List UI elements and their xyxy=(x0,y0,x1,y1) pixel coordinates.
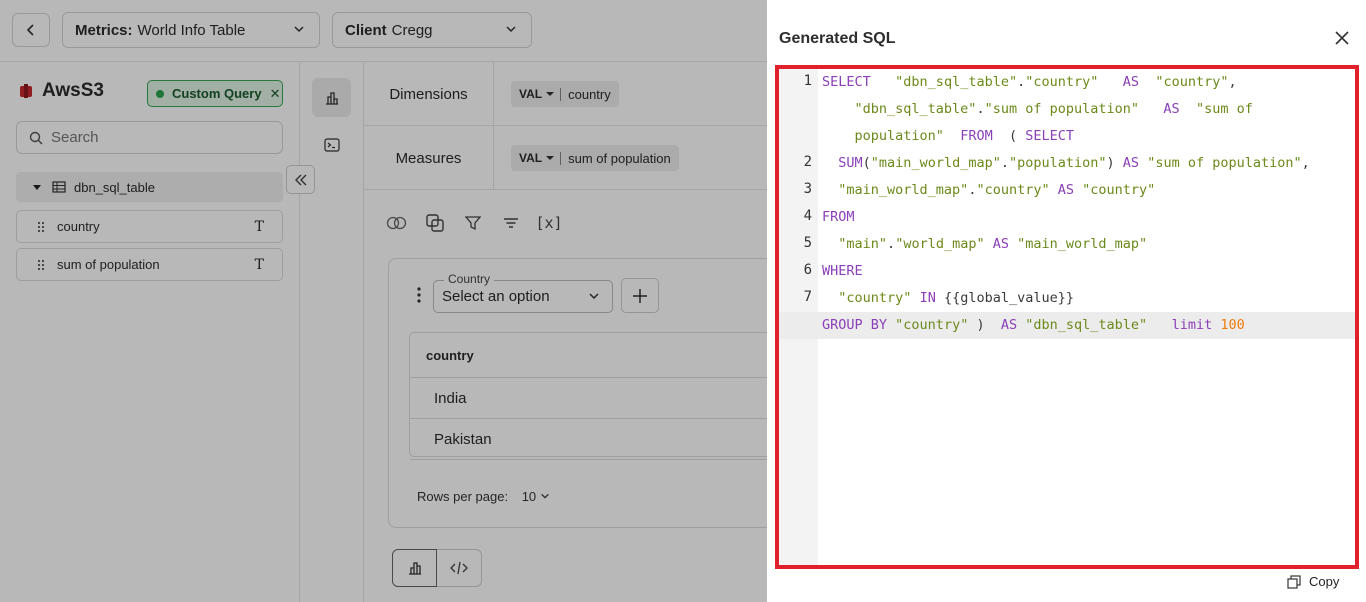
sql-token: ) xyxy=(968,317,1001,333)
line-number: 3 xyxy=(803,181,812,197)
sql-code-line: FROM xyxy=(822,204,855,231)
line-number: 6 xyxy=(803,262,812,278)
sql-token: "sum of population" xyxy=(1147,155,1302,171)
sql-token: SELECT xyxy=(1025,128,1074,144)
sql-code-line: SUM("main_world_map"."population") AS "s… xyxy=(822,150,1310,177)
sql-token: 100 xyxy=(1220,317,1245,333)
sql-token: GROUP BY xyxy=(822,317,888,333)
sql-code-line: "main_world_map"."country" AS "country" xyxy=(822,177,1155,204)
sql-token: "population" xyxy=(1008,155,1107,171)
sql-token: SELECT xyxy=(822,74,871,90)
sql-token: "main_world_map" xyxy=(870,155,1001,171)
sql-token: AS xyxy=(1122,74,1140,90)
sql-token: AS xyxy=(1000,317,1018,333)
sql-token: "country" xyxy=(976,182,1050,198)
close-button[interactable] xyxy=(1332,28,1352,48)
sql-token: ) xyxy=(1106,155,1123,171)
sql-token: population" xyxy=(854,128,944,144)
sql-token: WHERE xyxy=(822,263,863,279)
sql-token: FROM xyxy=(960,128,993,144)
generated-sql-drawer: Generated SQL 1 2 3 4 5 6 7 8 SELECT "db… xyxy=(767,0,1366,602)
line-number: 5 xyxy=(803,235,812,251)
sql-token: limit xyxy=(1171,317,1213,333)
line-number: 4 xyxy=(803,208,812,224)
sql-code-line: "country" IN {{global_value}} xyxy=(822,285,1074,312)
sql-token: "main" xyxy=(838,236,888,252)
sql-token: "country" xyxy=(895,317,969,333)
sql-code-line: WHERE xyxy=(822,258,863,285)
modal-backdrop[interactable] xyxy=(0,0,767,602)
sql-code-line: "main"."world_map" AS "main_world_map" xyxy=(822,231,1147,258)
line-number: 7 xyxy=(803,289,812,305)
sql-token: {{global_value}} xyxy=(935,290,1074,306)
sql-token: AS xyxy=(1122,155,1140,171)
line-number: 1 xyxy=(803,73,812,89)
sql-token: "dbn_sql_table" xyxy=(1025,317,1148,333)
sql-token: FROM xyxy=(822,209,855,225)
sql-token: "world_map" xyxy=(895,236,985,252)
copy-icon xyxy=(1287,574,1301,589)
sql-code: SELECT "dbn_sql_table"."country" AS "cou… xyxy=(779,69,1355,565)
sql-token: IN xyxy=(919,290,936,306)
sql-token: "dbn_sql_table" xyxy=(854,101,977,117)
sql-token: AS xyxy=(992,236,1009,252)
drawer-title: Generated SQL xyxy=(779,30,896,47)
copy-label: Copy xyxy=(1309,574,1340,589)
sql-token: "main_world_map" xyxy=(1017,236,1148,252)
sql-token: . xyxy=(1017,74,1026,90)
line-number: 2 xyxy=(803,154,812,170)
sql-token: , xyxy=(1228,74,1237,90)
sql-token: "main_world_map" xyxy=(838,182,969,198)
copy-button[interactable]: Copy xyxy=(1287,574,1339,589)
sql-code-editor[interactable]: 1 2 3 4 5 6 7 8 SELECT "dbn_sql_table"."… xyxy=(775,65,1359,569)
sql-token: "dbn_sql_table" xyxy=(895,74,1018,90)
sql-token: "country" xyxy=(1025,74,1099,90)
sql-token: . xyxy=(1000,155,1009,171)
sql-token: "country" xyxy=(1082,182,1156,198)
sql-token: "sum of xyxy=(1195,101,1253,117)
sql-token: "country" xyxy=(838,290,912,306)
sql-code-line: population" FROM ( SELECT xyxy=(822,123,1074,150)
sql-token: ( xyxy=(862,155,871,171)
sql-token: . xyxy=(976,101,985,117)
sql-code-line: GROUP BY "country" ) AS "dbn_sql_table" … xyxy=(822,312,1245,339)
sql-token: "sum of population" xyxy=(984,101,1140,117)
sql-token: . xyxy=(887,236,896,252)
sql-token: SUM xyxy=(838,155,863,171)
sql-token: , xyxy=(1301,155,1310,171)
close-icon xyxy=(1335,31,1349,45)
sql-code-line: SELECT "dbn_sql_table"."country" AS "cou… xyxy=(822,69,1237,96)
sql-token: ( xyxy=(992,128,1026,144)
sql-token: "country" xyxy=(1155,74,1229,90)
sql-token: AS xyxy=(1057,182,1075,198)
sql-code-line: "dbn_sql_table"."sum of population" AS "… xyxy=(822,96,1253,123)
sql-token: AS xyxy=(1163,101,1180,117)
